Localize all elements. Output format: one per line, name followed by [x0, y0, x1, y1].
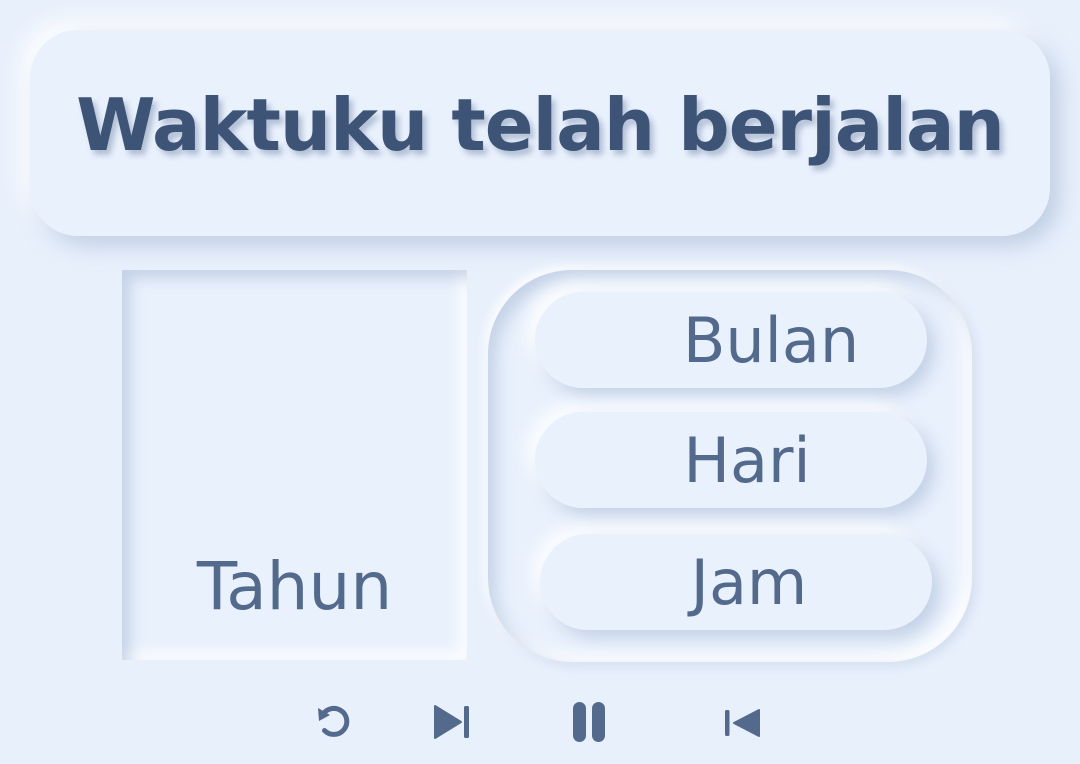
pause-icon [567, 698, 615, 746]
title-card: Waktuku telah berjalan [30, 30, 1050, 236]
page-title: Waktuku telah berjalan [76, 83, 1005, 167]
month-counter: Bulan [535, 292, 927, 388]
skip-previous-icon [717, 698, 765, 746]
restart-icon [308, 698, 356, 746]
restart-button[interactable] [300, 690, 364, 754]
day-label: Hari [683, 423, 811, 497]
playback-controls [0, 690, 1080, 754]
skip-previous-button[interactable] [709, 690, 773, 754]
month-label: Bulan [682, 303, 860, 377]
pause-button[interactable] [559, 690, 623, 754]
hour-counter: Jam [540, 534, 932, 630]
skip-next-button[interactable] [420, 690, 484, 754]
year-counter-box [122, 270, 467, 660]
day-counter: Hari [535, 412, 927, 508]
skip-next-icon [428, 698, 476, 746]
hour-label: Jam [690, 545, 808, 619]
